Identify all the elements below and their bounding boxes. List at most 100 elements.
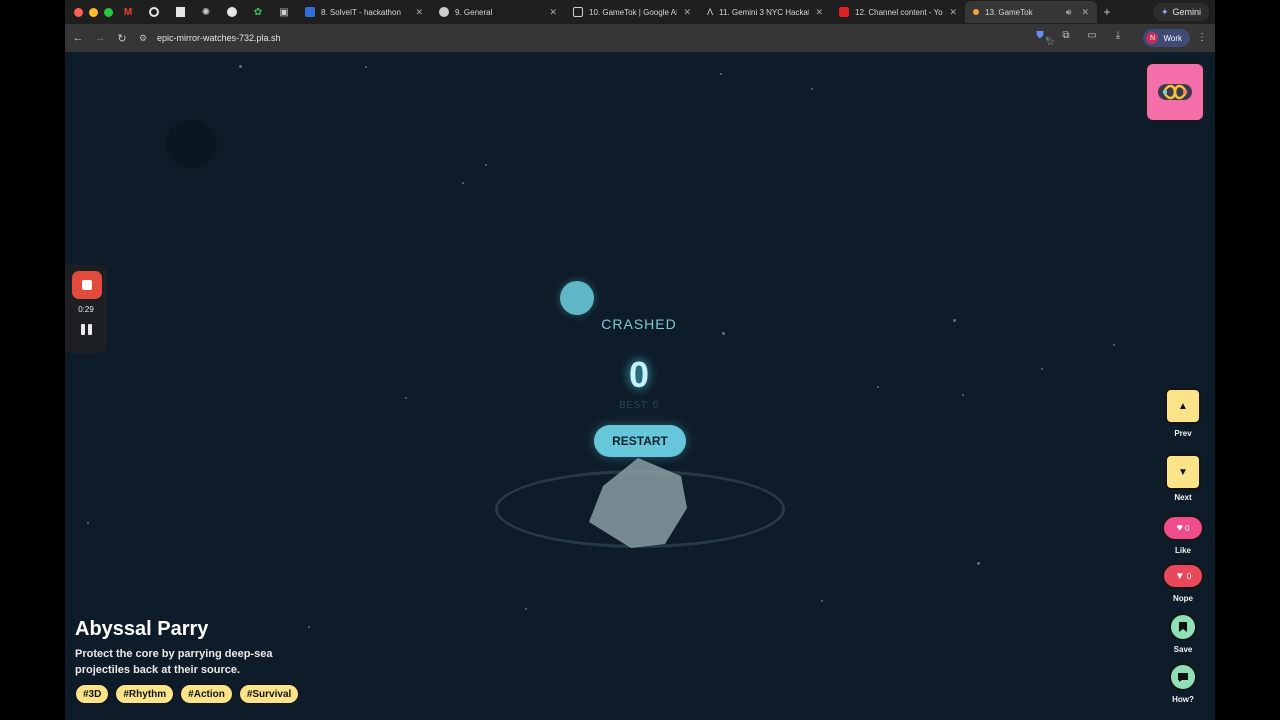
recording-timer: 0:29 [78,305,94,314]
sparkle-icon: ✦ [1160,6,1169,17]
chat-bubble-icon [1178,672,1188,682]
youtube-icon [839,7,849,17]
extension-icon: ✿ [253,6,263,18]
star [308,626,310,628]
tab-label: 12. Channel content - You [855,7,944,17]
next-label: Next [1174,493,1192,502]
pinned-tab-openai[interactable]: ✺ [193,1,219,23]
pause-icon [88,324,92,335]
nope-label: Nope [1173,594,1193,603]
thumbs-down-icon: ▼ [1174,570,1185,582]
pinned-tab-app[interactable]: ▣ [271,1,297,23]
screen-recorder-widget: 0:29 [65,265,107,353]
nope-button[interactable]: ▼ 0 [1162,563,1204,589]
close-icon[interactable]: ✕ [683,7,691,18]
tab-label: 13. GameTok [985,7,1033,17]
maximize-window-button[interactable] [104,7,113,17]
star [239,65,242,68]
tab-gemini-hackathon[interactable]: ᐱ 11. Gemini 3 NYC Hackath ✕ [699,1,831,23]
back-button[interactable]: ← [67,32,89,44]
game-status: CRASHED [601,316,677,332]
chevron-down-icon: ▼ [1178,466,1188,478]
star [1113,344,1115,346]
how-button[interactable] [1169,663,1197,691]
address-bar[interactable]: ⚙︎ epic-mirror-watches-732.pla.sh ☆ [139,28,1055,48]
star [877,386,879,388]
github-icon [227,7,237,17]
close-icon[interactable]: ✕ [1081,7,1089,18]
stop-icon [82,280,92,290]
gamepad-icon [1158,84,1192,100]
screen: M ✺ ✿ ▣ 8. SolveIT - hackathon ✕ 9. Gene… [0,0,1280,720]
star [722,332,725,335]
tag-rhythm[interactable]: #Rhythm [115,684,175,704]
star [485,164,487,166]
tab-gametok[interactable]: 13. GameTok 🔊︎ ✕ [965,1,1097,23]
close-icon[interactable]: ✕ [949,7,957,18]
close-icon[interactable]: ✕ [549,7,557,18]
app-icon: ▣ [279,6,289,18]
gemini-button[interactable]: ✦ Gemini [1152,3,1209,21]
gametok-logo[interactable] [1145,62,1205,122]
tag-3d[interactable]: #3D [75,684,110,704]
star [1041,368,1043,370]
star [365,66,367,68]
pinned-tab-gmail[interactable]: M [115,1,141,23]
pinned-tab-docs[interactable] [167,1,193,23]
browser-window: M ✺ ✿ ▣ 8. SolveIT - hackathon ✕ 9. Gene… [65,0,1215,720]
forward-button[interactable]: → [89,32,111,44]
star [962,394,964,396]
pinned-tab-green[interactable]: ✿ [245,1,271,23]
tab-gametok-ai-studio[interactable]: 10. GameTok | Google AI St ✕ [565,1,699,23]
sidebar-icon[interactable]: ▭ [1085,29,1099,43]
star [462,182,464,184]
next-button[interactable]: ▼ [1165,454,1201,490]
reload-button[interactable]: ↻ [111,32,133,45]
restart-button[interactable]: RESTART [594,425,686,457]
tab-general[interactable]: 9. General ✕ [431,1,565,23]
how-label: How? [1172,695,1194,704]
star [525,608,527,610]
tab-label: 10. GameTok | Google AI St [589,7,678,17]
nope-count: 0 [1186,571,1192,581]
tab-solveit[interactable]: 8. SolveIT - hackathon ✕ [297,1,431,23]
new-tab-button[interactable]: + [1097,5,1117,19]
browser-toolbar: ← → ↻ ⚙︎ epic-mirror-watches-732.pla.sh … [65,24,1215,52]
save-button[interactable] [1169,613,1197,641]
best-score: BEST: 0 [619,400,659,411]
pause-recording-button[interactable] [81,324,93,336]
tab-label: 9. General [455,7,493,17]
more-menu-icon[interactable]: ⋮ [1197,32,1207,43]
game-title: Abyssal Parry [75,618,209,640]
game-description: Protect the core by parrying deep-sea pr… [75,648,273,676]
tab-label: 11. Gemini 3 NYC Hackath [719,7,810,17]
shield-icon[interactable]: ⛊ [1033,29,1047,43]
minimize-window-button[interactable] [89,7,98,17]
flag-icon [305,7,315,17]
pinned-tab-google[interactable] [141,1,167,23]
bookmark-icon [1179,622,1187,632]
window-controls [65,7,115,17]
star [821,600,823,602]
tab-youtube[interactable]: 12. Channel content - You ✕ [831,1,965,23]
save-label: Save [1173,645,1193,654]
gmail-icon: M [123,6,133,18]
page-icon [573,7,583,17]
prev-button[interactable]: ▲ [1165,388,1201,424]
close-icon[interactable]: ✕ [415,7,423,18]
close-window-button[interactable] [74,7,83,17]
tag-action[interactable]: #Action [180,684,233,704]
profile-chip[interactable]: N Work [1143,29,1190,47]
like-button[interactable]: ♥ 0 [1162,515,1204,541]
game-viewport[interactable]: CRASHED 0 BEST: 0 RESTART 0:29 ▲ Prev ▼ … [65,52,1215,720]
pinned-tab-github[interactable] [219,1,245,23]
close-icon[interactable]: ✕ [815,7,823,18]
stop-recording-button[interactable] [72,271,102,299]
tag-survival[interactable]: #Survival [238,684,300,704]
dark-projectile [165,120,217,168]
site-settings-icon[interactable]: ⚙︎ [139,33,153,44]
download-icon[interactable]: ⤓ [1111,29,1125,43]
speaker-icon[interactable]: 🔊︎ [1066,7,1072,18]
google-icon [149,7,159,17]
extensions-icon[interactable]: ⧉ [1059,29,1073,43]
